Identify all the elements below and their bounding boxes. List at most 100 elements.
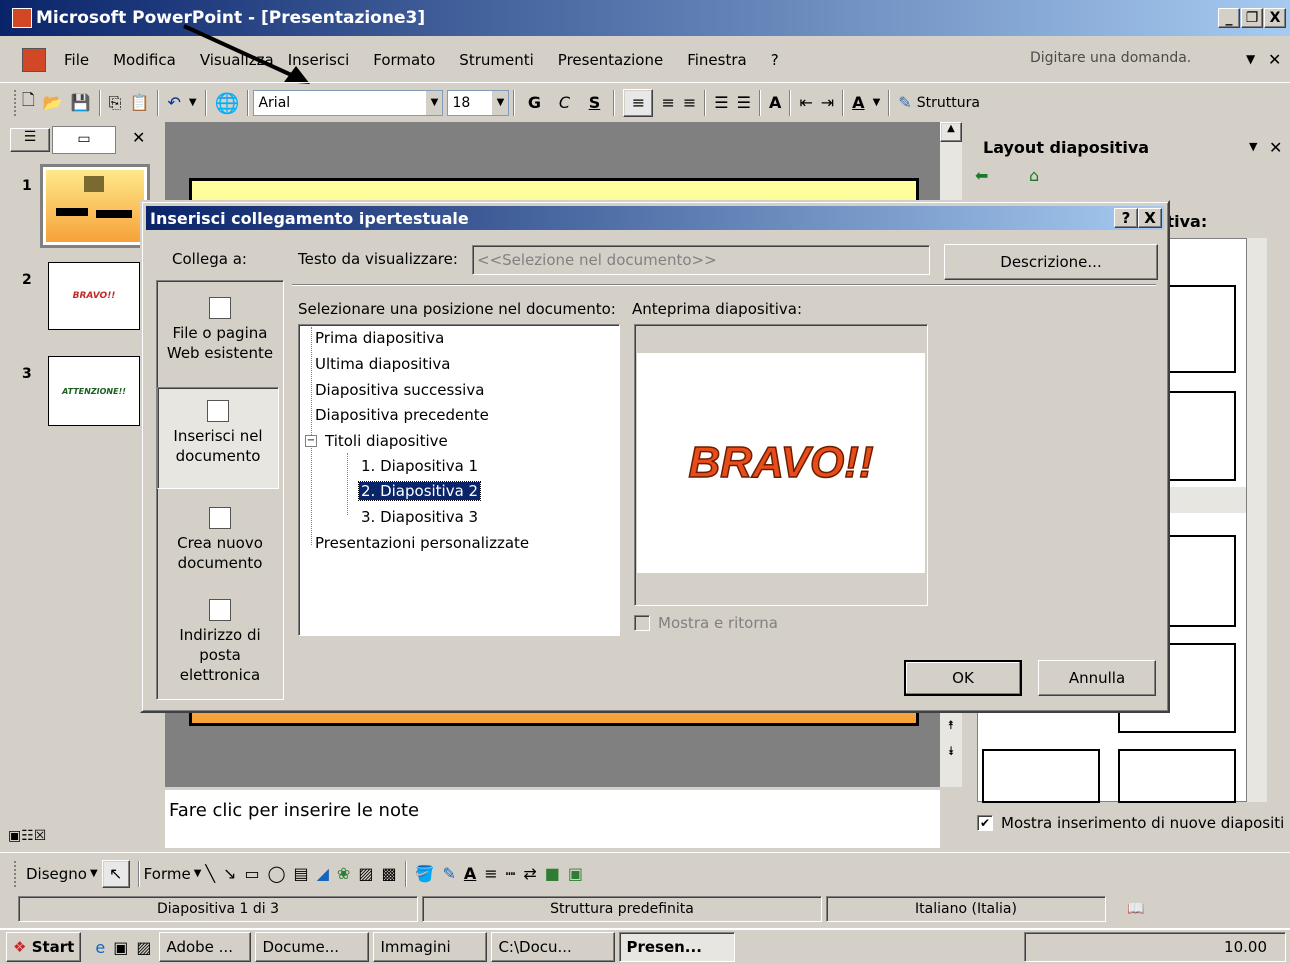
menu-help[interactable]: ?	[771, 51, 779, 69]
tab-outline[interactable]: ☰	[10, 128, 50, 152]
layout-thumbnail[interactable]	[1118, 749, 1236, 803]
tree-item[interactable]: 1. Diapositiva 1	[361, 457, 478, 475]
task-folder[interactable]: C:\Docu...	[491, 932, 616, 962]
notes-pane[interactable]: Fare clic per inserire le note	[165, 790, 940, 848]
dash-style-icon[interactable]: ┉	[506, 860, 516, 888]
home-icon[interactable]: ⌂	[1029, 166, 1039, 185]
draw-menu-button[interactable]: Disegno	[26, 865, 87, 883]
back-icon[interactable]: ⬅	[975, 166, 988, 185]
menu-finestra[interactable]: Finestra	[687, 51, 747, 69]
paste-icon[interactable]: 📋	[130, 89, 150, 117]
collapse-icon[interactable]: −	[305, 435, 317, 447]
show-insert-checkbox[interactable]: ✔ Mostra inserimento di nuove diapositi	[977, 814, 1284, 832]
chevron-down-icon[interactable]: ▼	[873, 89, 881, 117]
layout-thumbnail[interactable]	[982, 749, 1100, 803]
arrow-style-icon[interactable]: ⇄	[523, 860, 536, 888]
3d-icon[interactable]: ▣	[568, 860, 583, 888]
text-to-display-field[interactable]: <<Selezione nel documento>>	[472, 245, 930, 275]
scroll-up-icon[interactable]: ▲	[940, 122, 962, 142]
font-family-select[interactable]: Arial ▼	[253, 89, 444, 116]
tree-item[interactable]: Diapositiva successiva	[315, 381, 484, 399]
increase-indent-icon[interactable]: ⇥	[821, 89, 834, 117]
diagram-icon[interactable]: ❀	[337, 860, 350, 888]
document-icon[interactable]	[22, 48, 46, 72]
save-icon[interactable]: 💾	[71, 89, 91, 117]
align-right-icon[interactable]: ≡	[683, 89, 696, 117]
picture-icon[interactable]: ▩	[381, 860, 396, 888]
new-icon[interactable]: 🗋	[22, 89, 35, 117]
shadow-icon[interactable]: ■	[545, 860, 560, 888]
font-color-icon[interactable]: A	[464, 860, 476, 888]
chevron-down-icon[interactable]: ▼	[1249, 140, 1257, 153]
line-icon[interactable]: ╲	[205, 860, 215, 888]
desktop-icon[interactable]: ▣	[113, 933, 128, 961]
chevron-down-icon[interactable]: ▼	[426, 90, 443, 115]
location-tree[interactable]: Prima diapositiva Ultima diapositiva Dia…	[298, 324, 620, 636]
start-button[interactable]: ❖ Start	[6, 932, 82, 962]
rectangle-icon[interactable]: ▭	[244, 860, 259, 888]
align-center-icon[interactable]: ≡	[661, 89, 674, 117]
shadow-button[interactable]: S	[583, 89, 605, 117]
ask-question-input[interactable]: Digitare una domanda.	[1028, 50, 1238, 72]
undo-icon[interactable]: ↶	[167, 89, 180, 117]
decrease-indent-icon[interactable]: ⇤	[799, 89, 812, 117]
oval-icon[interactable]: ◯	[268, 860, 286, 888]
next-slide-icon[interactable]: ⯯	[940, 744, 962, 759]
bulleted-list-icon[interactable]: ☰	[737, 89, 751, 117]
chevron-down-icon[interactable]: ▼	[1246, 52, 1255, 66]
close-doc-icon[interactable]: ✕	[1268, 50, 1281, 69]
ie-icon[interactable]: e	[95, 933, 105, 961]
insert-hyperlink-icon[interactable]: 🌐	[215, 89, 240, 117]
autoshapes-button[interactable]: Forme	[144, 865, 191, 883]
task-adobe[interactable]: Adobe ...	[159, 932, 252, 962]
menu-strumenti[interactable]: Strumenti	[459, 51, 533, 69]
task-pane-scrollbar[interactable]	[1247, 238, 1267, 802]
close-pane-icon[interactable]: ✕	[1269, 138, 1282, 157]
wordart-icon[interactable]: ◢	[317, 860, 329, 888]
close-button[interactable]: X	[1264, 8, 1286, 28]
cancel-button[interactable]: Annulla	[1038, 660, 1156, 696]
menu-modifica[interactable]: Modifica	[113, 51, 176, 69]
check-icon[interactable]: ✔	[977, 815, 993, 831]
line-color-icon[interactable]: ✎	[442, 860, 455, 888]
task-powerpoint[interactable]: Presen...	[619, 932, 736, 962]
numbered-list-icon[interactable]: ☰	[714, 89, 728, 117]
slide-thumbnail-1[interactable]	[40, 164, 150, 248]
copy-icon[interactable]: ⎘	[109, 89, 122, 117]
select-pointer-icon[interactable]: ↖	[101, 859, 130, 888]
ok-button[interactable]: OK	[904, 660, 1022, 696]
slide-thumbnail-3[interactable]: ATTENZIONE!!	[48, 356, 140, 426]
prev-slide-icon[interactable]: ⯭	[940, 718, 962, 733]
tree-item[interactable]: Presentazioni personalizzate	[315, 534, 529, 552]
task-images[interactable]: Immagini	[373, 932, 488, 962]
show-and-return-checkbox[interactable]: Mostra e ritorna	[634, 614, 778, 632]
line-style-icon[interactable]: ≡	[484, 860, 497, 888]
italic-button[interactable]: C	[553, 89, 575, 117]
clipart-icon[interactable]: ▨	[358, 860, 373, 888]
place-new-document[interactable]: Crea nuovo documento	[159, 507, 281, 573]
place-email[interactable]: Indirizzo di posta elettronica	[159, 599, 281, 685]
view-buttons[interactable]: ▣☷☒	[8, 828, 46, 844]
tree-item[interactable]: Diapositiva precedente	[315, 406, 489, 424]
arrow-icon[interactable]: ↘	[223, 860, 236, 888]
tab-slides[interactable]: ▭	[52, 126, 116, 154]
tree-item[interactable]: Titoli diapositive	[325, 432, 448, 450]
menu-formato[interactable]: Formato	[373, 51, 435, 69]
font-color-icon[interactable]: A	[852, 89, 864, 117]
textbox-icon[interactable]: ▤	[293, 860, 308, 888]
design-button[interactable]: ✎ Struttura	[898, 89, 980, 117]
description-button[interactable]: Descrizione...	[944, 244, 1158, 280]
tree-item[interactable]: 3. Diapositiva 3	[361, 508, 478, 526]
slide-thumbnail-2[interactable]: BRAVO!!	[48, 262, 140, 330]
close-pane-icon[interactable]: ✕	[132, 128, 145, 147]
font-size-select[interactable]: 18 ▼	[447, 89, 510, 116]
tree-item-selected[interactable]: 2. Diapositiva 2	[357, 481, 482, 501]
dialog-close-button[interactable]: X	[1138, 208, 1162, 228]
place-in-document[interactable]: Inserisci nel documento	[157, 387, 279, 489]
help-button[interactable]: ?	[1114, 208, 1138, 228]
task-document[interactable]: Docume...	[255, 932, 370, 962]
tree-item[interactable]: Prima diapositiva	[315, 329, 444, 347]
increase-font-button[interactable]: A	[769, 89, 781, 117]
open-icon[interactable]: 📂	[43, 89, 63, 117]
minimize-button[interactable]: _	[1218, 8, 1240, 28]
